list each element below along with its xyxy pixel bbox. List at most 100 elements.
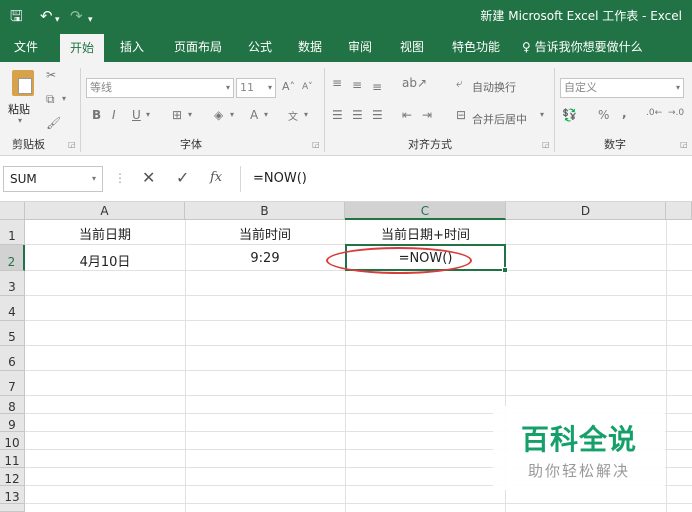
row-header-8[interactable]: 8 (0, 396, 25, 414)
row-header-13[interactable]: 13 (0, 486, 25, 504)
font-size-select[interactable]: 11 ▾ (236, 78, 276, 98)
row-header-1[interactable]: 1 (0, 220, 25, 245)
increase-decimal-icon[interactable]: .0← (646, 108, 662, 118)
column-header-b[interactable]: B (185, 202, 345, 220)
format-painter-icon[interactable]: 🖌 (46, 116, 61, 130)
tab-home[interactable]: 开始 (60, 34, 104, 62)
phonetic-guide-icon[interactable]: 文 (288, 108, 298, 123)
fill-color-dropdown-icon[interactable]: ▾ (230, 110, 234, 119)
enter-icon[interactable]: ✓ (176, 168, 189, 187)
column-header-d[interactable]: D (506, 202, 666, 220)
decrease-decimal-icon[interactable]: →.0 (668, 108, 684, 118)
column-header-a[interactable]: A (25, 202, 185, 220)
tab-data[interactable]: 数据 (290, 32, 330, 62)
phonetic-dropdown-icon[interactable]: ▾ (304, 110, 308, 119)
insert-function-icon[interactable]: fx (210, 170, 222, 185)
tab-view[interactable]: 视图 (392, 32, 432, 62)
row-header-12[interactable]: 12 (0, 468, 25, 486)
font-color-icon[interactable]: A (250, 108, 258, 122)
row-header-2[interactable]: 2 (0, 245, 25, 271)
tab-page-layout[interactable]: 页面布局 (165, 32, 231, 62)
tab-special-features[interactable]: 特色功能 (444, 32, 508, 62)
select-all-corner[interactable] (0, 202, 25, 220)
save-icon[interactable]: 🖫 (10, 6, 23, 26)
borders-dropdown-icon[interactable]: ▾ (188, 110, 192, 119)
row-header-4[interactable]: 4 (0, 296, 25, 321)
align-center-icon[interactable]: ☰ (352, 108, 363, 122)
name-box[interactable]: SUM ▾ (3, 166, 103, 192)
tell-me-box[interactable]: ♀ 告诉我你想要做什么 (522, 32, 672, 62)
align-right-icon[interactable]: ☰ (372, 108, 383, 122)
row-header-11[interactable]: 11 (0, 450, 25, 468)
align-middle-icon[interactable]: ≡ (352, 78, 362, 92)
group-divider (80, 68, 81, 152)
accounting-format-icon[interactable]: 💱 (562, 108, 577, 122)
chevron-down-icon: ▾ (675, 83, 680, 92)
wrap-text-button[interactable]: 自动换行 (472, 79, 516, 95)
column-header-c[interactable]: C (345, 202, 506, 220)
title-bar: 🖫 ↶ ▾ ↷ ▾ 新建 Microsoft Excel 工作表 - Excel (0, 0, 692, 32)
row-header-9[interactable]: 9 (0, 414, 25, 432)
gridline (25, 320, 692, 321)
font-group-label: 字体 (180, 138, 202, 151)
cell-a2[interactable]: 4月10日 (25, 251, 185, 270)
borders-icon[interactable]: ⊞ (172, 108, 182, 122)
window-title: 新建 Microsoft Excel 工作表 - Excel (480, 9, 682, 23)
cell-c1[interactable]: 当前日期+时间 (345, 224, 506, 243)
cell-b1[interactable]: 当前时间 (185, 224, 345, 243)
merge-dropdown-icon[interactable]: ▾ (540, 110, 544, 119)
copy-icon[interactable]: ⧉ (46, 92, 55, 107)
tab-insert[interactable]: 插入 (112, 32, 152, 62)
paste-button[interactable]: 粘贴 ▾ (6, 68, 40, 128)
increase-font-size-icon[interactable]: A˄ (282, 80, 295, 93)
undo-icon[interactable]: ↶ (40, 6, 53, 26)
percent-button[interactable]: % (598, 108, 609, 122)
row-header-5[interactable]: 5 (0, 321, 25, 346)
align-bottom-icon[interactable]: ≡ (372, 80, 382, 94)
decrease-font-size-icon[interactable]: A˅ (302, 82, 313, 92)
alignment-launcher-icon[interactable]: ◲ (542, 140, 550, 149)
cell-b2[interactable]: 9:29 (185, 251, 345, 266)
number-launcher-icon[interactable]: ◲ (680, 140, 688, 149)
cut-icon[interactable]: ✂ (46, 68, 56, 82)
comma-style-button[interactable]: , (622, 106, 627, 120)
wrap-text-icon[interactable]: ⤶ (456, 76, 463, 91)
row-header-6[interactable]: 6 (0, 346, 25, 371)
tab-review[interactable]: 审阅 (340, 32, 380, 62)
column-header-e[interactable] (666, 202, 692, 220)
cancel-icon[interactable]: ✕ (142, 168, 155, 187)
gridline (25, 345, 692, 346)
customize-quick-access-icon[interactable]: ▾ (88, 10, 93, 30)
row-header-3[interactable]: 3 (0, 271, 25, 296)
copy-dropdown-icon[interactable]: ▾ (62, 94, 66, 103)
lightbulb-icon: ♀ (522, 40, 531, 54)
row-header-10[interactable]: 10 (0, 432, 25, 450)
increase-indent-icon[interactable]: ⇥ (422, 108, 432, 122)
redo-icon[interactable]: ↷ (70, 6, 83, 26)
bold-button[interactable]: B (92, 108, 101, 122)
font-name-select[interactable]: 等线 ▾ (86, 78, 234, 98)
row-header-7[interactable]: 7 (0, 371, 25, 396)
tab-formulas[interactable]: 公式 (240, 32, 280, 62)
row-header-14[interactable] (0, 504, 25, 512)
watermark: 百科全说 助你轻松解决 (493, 406, 665, 490)
align-left-icon[interactable]: ☰ (332, 108, 343, 122)
underline-dropdown-icon[interactable]: ▾ (146, 110, 150, 119)
cell-a1[interactable]: 当前日期 (25, 224, 185, 243)
decrease-indent-icon[interactable]: ⇤ (402, 108, 412, 122)
italic-button[interactable]: I (112, 108, 116, 122)
merge-center-icon[interactable]: ⊟ (456, 108, 466, 122)
undo-dropdown-icon[interactable]: ▾ (55, 10, 60, 30)
clipboard-launcher-icon[interactable]: ◲ (68, 140, 76, 149)
orientation-icon[interactable]: ab↗ (402, 76, 427, 90)
fill-color-icon[interactable]: ◈ (214, 108, 223, 122)
align-top-icon[interactable]: ≡ (332, 76, 342, 90)
number-format-select[interactable]: 自定义 ▾ (560, 78, 684, 98)
fill-handle[interactable] (502, 267, 508, 273)
merge-center-button[interactable]: 合并后居中 (472, 111, 527, 127)
tab-file[interactable]: 文件 (6, 32, 46, 62)
underline-button[interactable]: U (132, 108, 141, 122)
font-color-dropdown-icon[interactable]: ▾ (264, 110, 268, 119)
font-launcher-icon[interactable]: ◲ (312, 140, 320, 149)
formula-input[interactable]: =NOW() (240, 166, 689, 192)
